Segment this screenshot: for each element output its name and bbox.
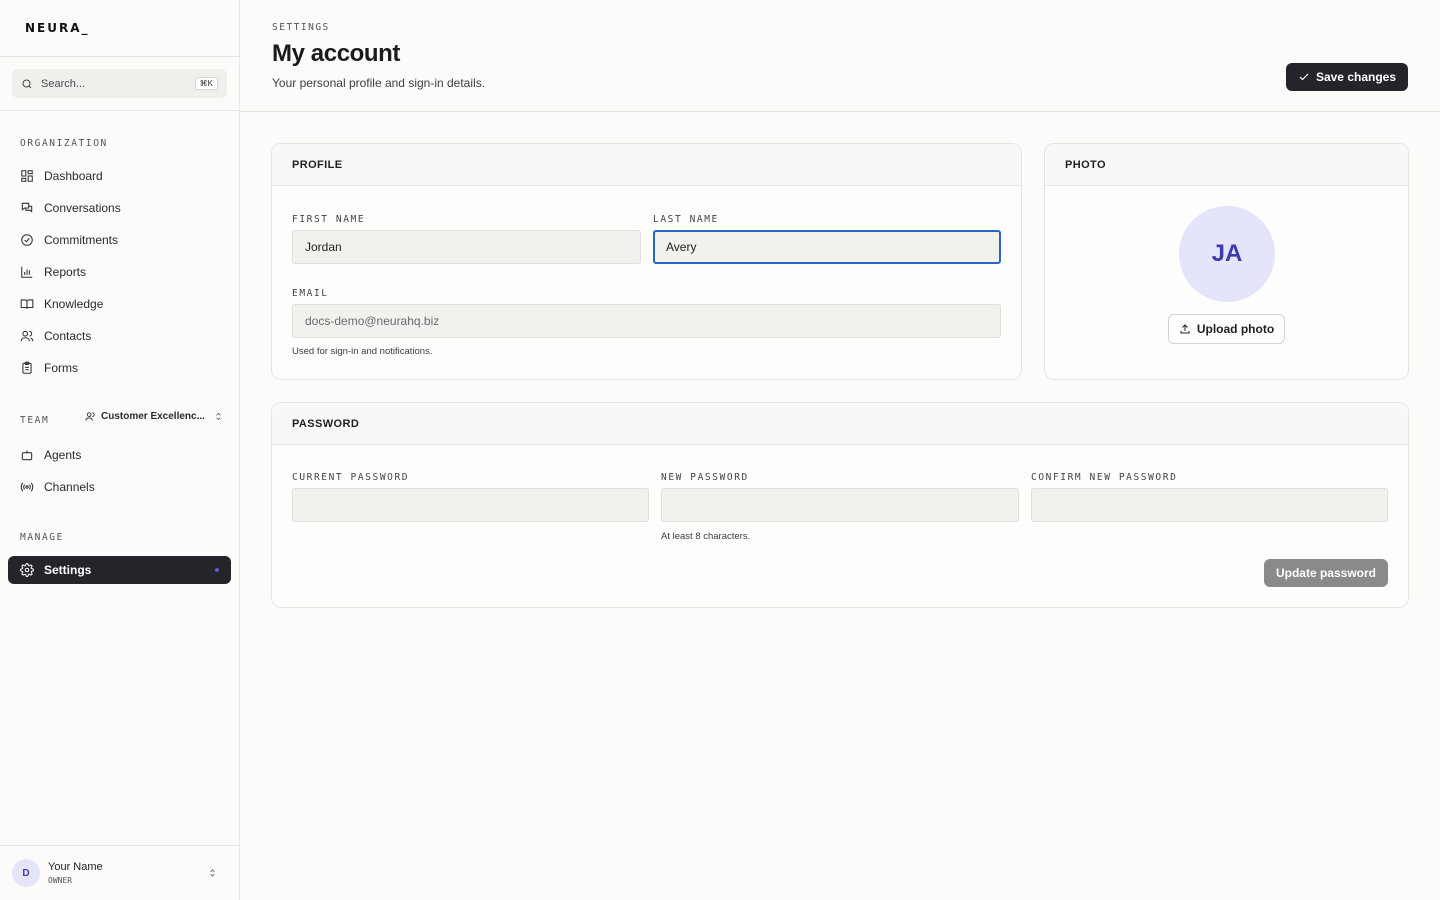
upload-photo-button[interactable]: Upload photo (1168, 314, 1285, 344)
page-title: My account (272, 40, 401, 67)
new-password-label: NEW PASSWORD (661, 472, 749, 483)
sidebar-item-label: Agents (44, 448, 82, 462)
book-icon (20, 299, 34, 309)
password-card: PASSWORD CURRENT PASSWORD NEW PASSWORD A… (271, 402, 1409, 608)
bot-icon (21, 450, 33, 461)
page-header: SETTINGS My account Your personal profil… (240, 0, 1440, 112)
search-icon (22, 79, 32, 88)
sidebar-item-label: Dashboard (44, 169, 103, 183)
current-password-label: CURRENT PASSWORD (292, 472, 410, 483)
team-users-icon (85, 412, 95, 421)
update-password-button[interactable]: Update password (1263, 559, 1388, 587)
email-field[interactable] (292, 304, 1001, 338)
user-role: OWNER (48, 876, 73, 885)
first-name-field[interactable] (292, 230, 641, 264)
avatar: JA (1179, 206, 1275, 302)
check-circle-icon (21, 234, 33, 246)
search-placeholder: Search... (41, 77, 86, 90)
current-password-field[interactable] (292, 488, 649, 522)
team-name: Customer Excellenc... (101, 411, 205, 422)
user-info: Your Name OWNER (48, 861, 103, 885)
section-label-organization: ORGANIZATION (20, 138, 108, 149)
save-button[interactable]: Save changes (1285, 63, 1408, 91)
profile-card-title: PROFILE (272, 144, 1021, 186)
profile-card: PROFILE FIRST NAME LAST NAME EMAIL Used … (271, 143, 1022, 380)
upload-photo-label: Upload photo (1196, 322, 1275, 336)
gear-icon (20, 563, 34, 577)
sidebar-item-label: Channels (44, 480, 95, 494)
last-name-label: LAST NAME (653, 214, 719, 225)
password-card-title: PASSWORD (272, 403, 1408, 445)
chat-icon (21, 202, 33, 213)
last-name-field[interactable] (653, 230, 1001, 264)
logo-area: NEURA_ (0, 0, 239, 57)
sidebar-item-label: Knowledge (44, 297, 104, 311)
radio-icon (20, 482, 34, 492)
breadcrumb: SETTINGS (272, 22, 330, 33)
sidebar-item-label: Settings (44, 563, 92, 577)
email-hint: Used for sign-in and notifications. (292, 346, 433, 357)
chevron-updown-icon (216, 412, 221, 421)
sidebar: NEURA_ Search... ⌘K ORGANIZATION Dashboa… (0, 0, 240, 900)
sidebar-item-commitments[interactable]: Commitments (8, 226, 231, 254)
active-indicator-dot (215, 568, 219, 572)
sidebar-item-reports[interactable]: Reports (8, 258, 231, 286)
photo-card-title: PHOTO (1045, 144, 1408, 186)
sidebar-item-conversations[interactable]: Conversations (8, 194, 231, 222)
confirm-password-field[interactable] (1031, 488, 1388, 522)
sidebar-item-dashboard[interactable]: Dashboard (8, 162, 231, 190)
user-menu[interactable]: D Your Name OWNER (0, 845, 239, 900)
section-label-manage: MANAGE (20, 532, 64, 543)
users-icon (20, 330, 34, 342)
grid-icon (21, 170, 33, 182)
search-area: Search... ⌘K (0, 57, 239, 111)
new-password-field[interactable] (661, 488, 1019, 522)
logo[interactable]: NEURA_ (25, 21, 90, 35)
search-shortcut: ⌘K (194, 77, 218, 90)
sidebar-item-contacts[interactable]: Contacts (8, 322, 231, 350)
upload-icon (1180, 324, 1190, 334)
sidebar-item-label: Contacts (44, 329, 92, 343)
save-button-label: Save changes (1315, 70, 1396, 84)
sidebar-item-agents[interactable]: Agents (8, 441, 231, 469)
main-content: SETTINGS My account Your personal profil… (240, 0, 1440, 900)
first-name-label: FIRST NAME (292, 214, 366, 225)
sidebar-item-settings[interactable]: Settings (8, 556, 231, 584)
bar-chart-icon (21, 266, 33, 278)
clipboard-icon (22, 361, 32, 374)
team-switcher[interactable]: Customer Excellenc... (85, 411, 223, 422)
search-input[interactable]: Search... ⌘K (12, 69, 227, 98)
user-name: Your Name (48, 861, 103, 873)
email-label: EMAIL (292, 288, 329, 299)
page-subtitle: Your personal profile and sign-in detail… (272, 76, 486, 90)
section-label-team: TEAM (20, 415, 50, 426)
sidebar-item-label: Forms (44, 361, 78, 375)
confirm-password-label: CONFIRM NEW PASSWORD (1031, 472, 1178, 483)
photo-card: PHOTO JA Upload photo (1044, 143, 1409, 380)
sidebar-item-label: Commitments (44, 233, 119, 247)
sidebar-item-knowledge[interactable]: Knowledge (8, 290, 231, 318)
new-password-hint: At least 8 characters. (661, 531, 751, 542)
check-icon (1299, 73, 1309, 81)
sidebar-item-label: Reports (44, 265, 87, 279)
sidebar-item-forms[interactable]: Forms (8, 354, 231, 382)
avatar: D (12, 859, 40, 887)
chevron-updown-icon (210, 869, 215, 877)
sidebar-item-channels[interactable]: Channels (8, 473, 231, 501)
sidebar-item-label: Conversations (44, 201, 121, 215)
